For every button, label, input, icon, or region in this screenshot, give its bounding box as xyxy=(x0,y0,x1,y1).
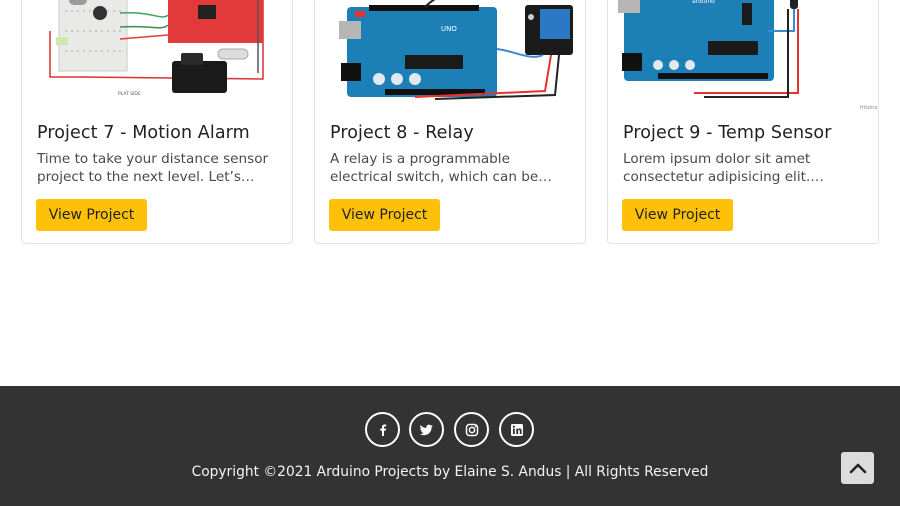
linkedin-icon xyxy=(510,423,523,436)
view-project-button[interactable]: View Project xyxy=(622,199,733,231)
linkedin-link[interactable] xyxy=(499,412,534,447)
chevron-up-icon xyxy=(849,463,866,474)
project-card: arduino fritzing Project 9 - Temp Sensor… xyxy=(607,0,879,244)
instagram-link[interactable] xyxy=(454,412,489,447)
projects-grid: PLAT SIDE Project 7 - Motion Alarm Time … xyxy=(0,0,900,386)
facebook-icon xyxy=(379,424,386,436)
thumb-caption: PLAT SIDE xyxy=(118,91,141,97)
view-project-button[interactable]: View Project xyxy=(36,199,147,231)
project-description: Lorem ipsum dolor sit amet consectetur a… xyxy=(623,151,824,185)
facebook-link[interactable] xyxy=(365,412,400,447)
project-title: Project 9 - Temp Sensor xyxy=(623,123,832,143)
scroll-to-top-button[interactable] xyxy=(841,452,874,484)
twitter-link[interactable] xyxy=(409,412,444,447)
project-title: Project 7 - Motion Alarm xyxy=(37,123,250,143)
project-thumbnail: UNO xyxy=(315,0,585,109)
site-footer: Copyright ©2021 Arduino Projects by Elai… xyxy=(0,386,900,506)
project-thumbnail: PLAT SIDE xyxy=(22,0,292,109)
svg-text:arduino: arduino xyxy=(692,0,715,5)
project-description: A relay is a programmable electrical swi… xyxy=(330,151,552,185)
copyright-text: Copyright ©2021 Arduino Projects by Elai… xyxy=(191,464,709,480)
instagram-icon xyxy=(465,423,478,436)
thumb-caption: UNO xyxy=(441,25,457,33)
view-project-button[interactable]: View Project xyxy=(329,199,440,231)
project-thumbnail: arduino fritzing xyxy=(608,0,878,109)
twitter-icon xyxy=(419,424,433,435)
project-card: UNO Project 8 - Relay A relay is a progr… xyxy=(314,0,586,244)
project-title: Project 8 - Relay xyxy=(330,123,474,143)
thumb-caption: fritzing xyxy=(860,105,878,109)
project-description: Time to take your distance sensor projec… xyxy=(37,151,269,185)
project-card: PLAT SIDE Project 7 - Motion Alarm Time … xyxy=(21,0,293,244)
